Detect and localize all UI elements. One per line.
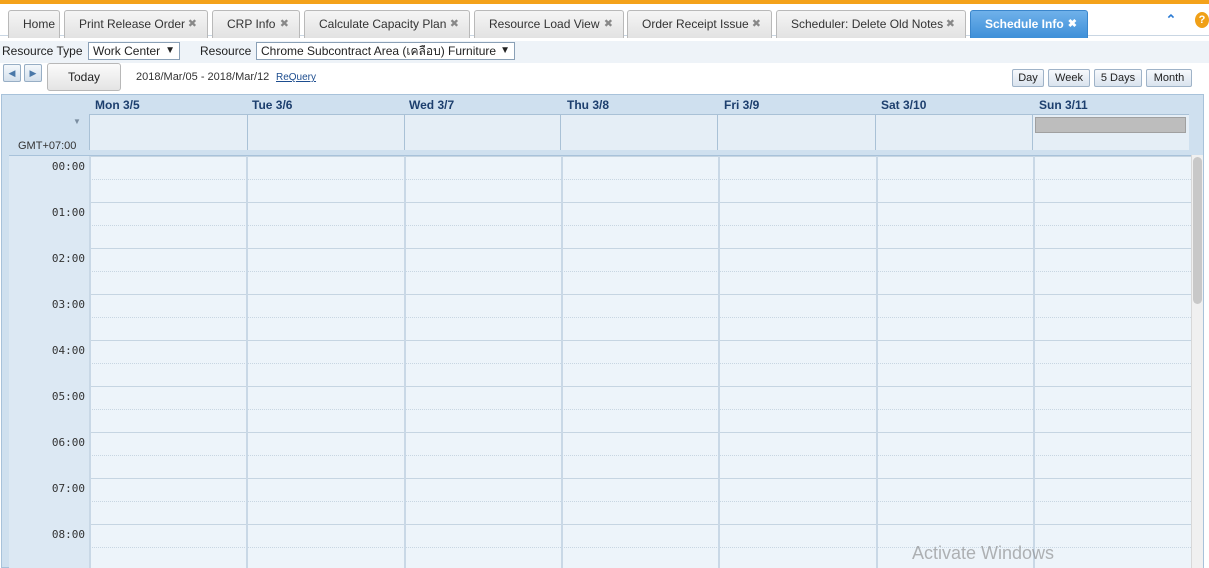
hour-gridline [89,386,1191,387]
day-header-fri: Fri 3/9 [724,98,760,112]
chevron-down-icon: ▼ [500,45,510,56]
filter-bar [0,41,1209,63]
day-column-divider [246,156,248,568]
date-range: 2018/Mar/05 - 2018/Mar/12 [136,71,270,83]
tab-label: Home [23,17,56,31]
chevron-down-icon: ▼ [165,45,175,56]
next-week-button[interactable]: ▶ [24,64,42,82]
day-column-divider [404,156,406,568]
tab-crp-info[interactable]: CRP Info ✖ [212,10,300,38]
resource-type-select[interactable]: Work Center ▼ [88,42,180,60]
half-hour-gridline [89,317,1191,318]
allday-cell-sat[interactable] [875,114,1032,150]
day-column-divider [89,156,91,568]
half-hour-gridline [89,409,1191,410]
half-hour-gridline [89,225,1191,226]
close-icon[interactable]: ✖ [450,11,459,37]
tab-print-release-order[interactable]: Print Release Order ✖ [64,10,208,38]
allday-cell-tue[interactable] [247,114,404,150]
close-icon[interactable]: ✖ [604,11,613,37]
hour-label: 04:00 [51,344,85,357]
close-icon[interactable]: ✖ [752,11,761,37]
activate-windows-watermark: Activate Windows [912,543,1055,563]
half-hour-gridline [89,455,1191,456]
scrollbar-thumb[interactable] [1193,157,1202,304]
timezone-label: GMT+07:00 [18,140,77,152]
tab-label: Calculate Capacity Plan [319,17,447,31]
hour-gridline [89,202,1191,203]
view-5days-button[interactable]: 5 Days [1094,69,1142,87]
hour-label: 05:00 [51,390,85,403]
tab-order-receipt-issue[interactable]: Order Receipt Issue ✖ [627,10,772,38]
hour-label: 03:00 [51,298,85,311]
tab-bar: Home Print Release Order ✖ CRP Info ✖ Ca… [0,4,1209,38]
tab-label: Resource Load View [489,17,600,31]
close-icon[interactable]: ✖ [946,11,955,37]
resource-value: Chrome Subcontract Area (เคลือบ) Furnitu… [261,44,497,58]
day-header-thu: Thu 3/8 [567,98,610,112]
day-column-divider [718,156,720,568]
day-header-mon: Mon 3/5 [95,98,140,112]
half-hour-gridline [89,271,1191,272]
hour-label: 08:00 [51,528,85,541]
hour-gridline [89,478,1191,479]
day-header-wed: Wed 3/7 [409,98,455,112]
tab-label: Order Receipt Issue [642,17,749,31]
day-column-divider [876,156,878,568]
close-icon[interactable]: ✖ [188,11,197,37]
tab-label: CRP Info [227,17,276,31]
day-column-divider [1033,156,1035,568]
hour-gridline [89,156,1191,157]
chevron-left-icon: ◀ [8,68,16,78]
resource-label: Resource [200,44,252,58]
half-hour-gridline [89,363,1191,364]
day-header-sat: Sat 3/10 [881,98,927,112]
hour-gridline [89,248,1191,249]
allday-cell-fri[interactable] [717,114,875,150]
hour-label: 06:00 [51,436,85,449]
resource-select[interactable]: Chrome Subcontract Area (เคลือบ) Furnitu… [256,42,515,60]
allday-toggle-icon[interactable]: ▼ [73,117,81,126]
chevron-right-icon: ▶ [29,68,37,78]
tab-schedule-info[interactable]: Schedule Info ✖ [970,10,1088,38]
allday-cell-wed[interactable] [404,114,560,150]
hour-label: 02:00 [51,252,85,265]
hour-label: 07:00 [51,482,85,495]
tab-home[interactable]: Home [8,10,60,38]
tab-label: Scheduler: Delete Old Notes [791,17,944,31]
collapse-up-icon[interactable]: ⌃ [1163,12,1179,28]
tab-label: Print Release Order [79,17,186,31]
time-grid[interactable]: 00:00 01:00 02:00 03:00 04:00 05:00 06:0… [9,155,1191,568]
tab-scheduler-delete-old-notes[interactable]: Scheduler: Delete Old Notes ✖ [776,10,966,38]
requery-link[interactable]: ReQuery [276,72,316,83]
half-hour-gridline [89,501,1191,502]
tab-label: Schedule Info [985,17,1064,31]
day-header-tue: Tue 3/6 [252,98,293,112]
hour-gridline [89,340,1191,341]
close-icon[interactable]: ✖ [1068,11,1077,37]
view-week-button[interactable]: Week [1048,69,1090,87]
view-month-button[interactable]: Month [1146,69,1192,87]
hour-gridline [89,432,1191,433]
hour-gridline [89,294,1191,295]
resource-type-label: Resource Type [2,44,83,58]
allday-cell-mon[interactable] [89,114,247,150]
half-hour-gridline [89,179,1191,180]
today-button[interactable]: Today [47,63,121,91]
help-icon[interactable]: ? [1195,12,1209,28]
hour-label: 01:00 [51,206,85,219]
close-icon[interactable]: ✖ [280,11,289,37]
day-header-sun: Sun 3/11 [1039,98,1088,112]
allday-cell-thu[interactable] [560,114,717,150]
vertical-scrollbar[interactable] [1191,155,1203,568]
prev-week-button[interactable]: ◀ [3,64,21,82]
view-day-button[interactable]: Day [1012,69,1044,87]
allday-event-block[interactable] [1035,117,1186,133]
day-column-divider [561,156,563,568]
tab-resource-load-view[interactable]: Resource Load View ✖ [474,10,624,38]
resource-type-value: Work Center [93,44,161,58]
tab-calculate-capacity-plan[interactable]: Calculate Capacity Plan ✖ [304,10,470,38]
hour-label: 00:00 [51,160,85,173]
hour-gridline [89,524,1191,525]
